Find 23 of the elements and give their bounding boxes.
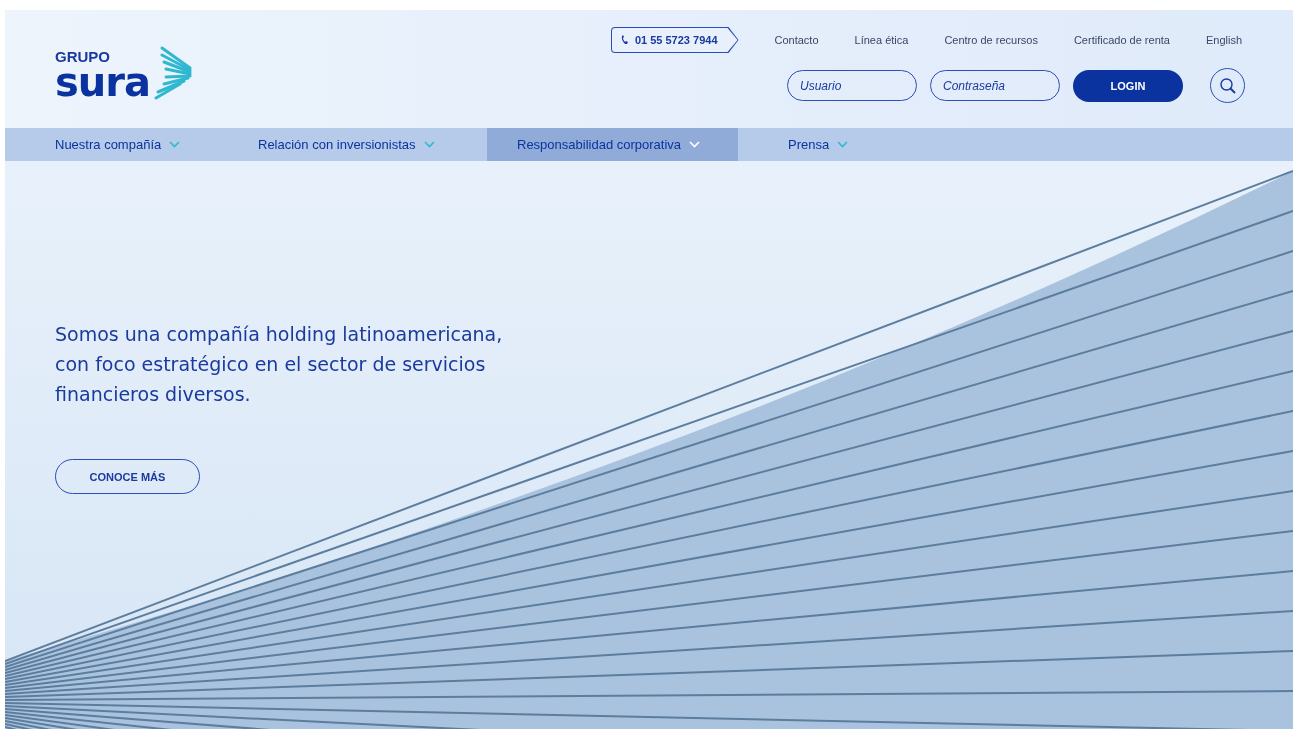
search-icon — [1218, 76, 1237, 95]
password-field[interactable]: Contraseña — [930, 70, 1060, 101]
chevron-down-icon — [689, 141, 701, 148]
chevron-down-icon — [837, 141, 849, 148]
logo-wordmark: sura — [55, 64, 150, 100]
chevron-down-icon — [169, 141, 181, 148]
wing-logo-icon — [154, 46, 192, 100]
header-link[interactable]: Centro de recursos — [926, 34, 1056, 46]
header-link[interactable]: Línea ética — [836, 34, 927, 46]
nav-menu-item[interactable]: Nuestra compañía — [5, 128, 208, 161]
nav-menu-item[interactable]: Prensa — [738, 128, 988, 161]
phone-icon — [620, 35, 630, 45]
nav-menu-item[interactable]: Relación con inversionistas — [208, 128, 487, 161]
header-link[interactable]: Certificado de renta — [1055, 34, 1188, 46]
nav-menu-item[interactable]: Responsabilidad corporativa — [487, 128, 738, 161]
hero-headline: Somos una compañía holding latinoamericana, con foco estratégico en el sector de servicios financieros diversos. — [55, 322, 504, 407]
login-button[interactable]: LOGIN — [1073, 69, 1183, 102]
username-field[interactable]: Usuario — [787, 70, 917, 101]
header-link[interactable]: English — [1187, 34, 1245, 46]
phone-button[interactable]: 01 55 5723 7944 — [610, 27, 739, 53]
header-link[interactable]: Contacto — [756, 34, 837, 46]
chevron-down-icon — [423, 141, 435, 148]
logo-text: GRUPO — [55, 49, 111, 64]
